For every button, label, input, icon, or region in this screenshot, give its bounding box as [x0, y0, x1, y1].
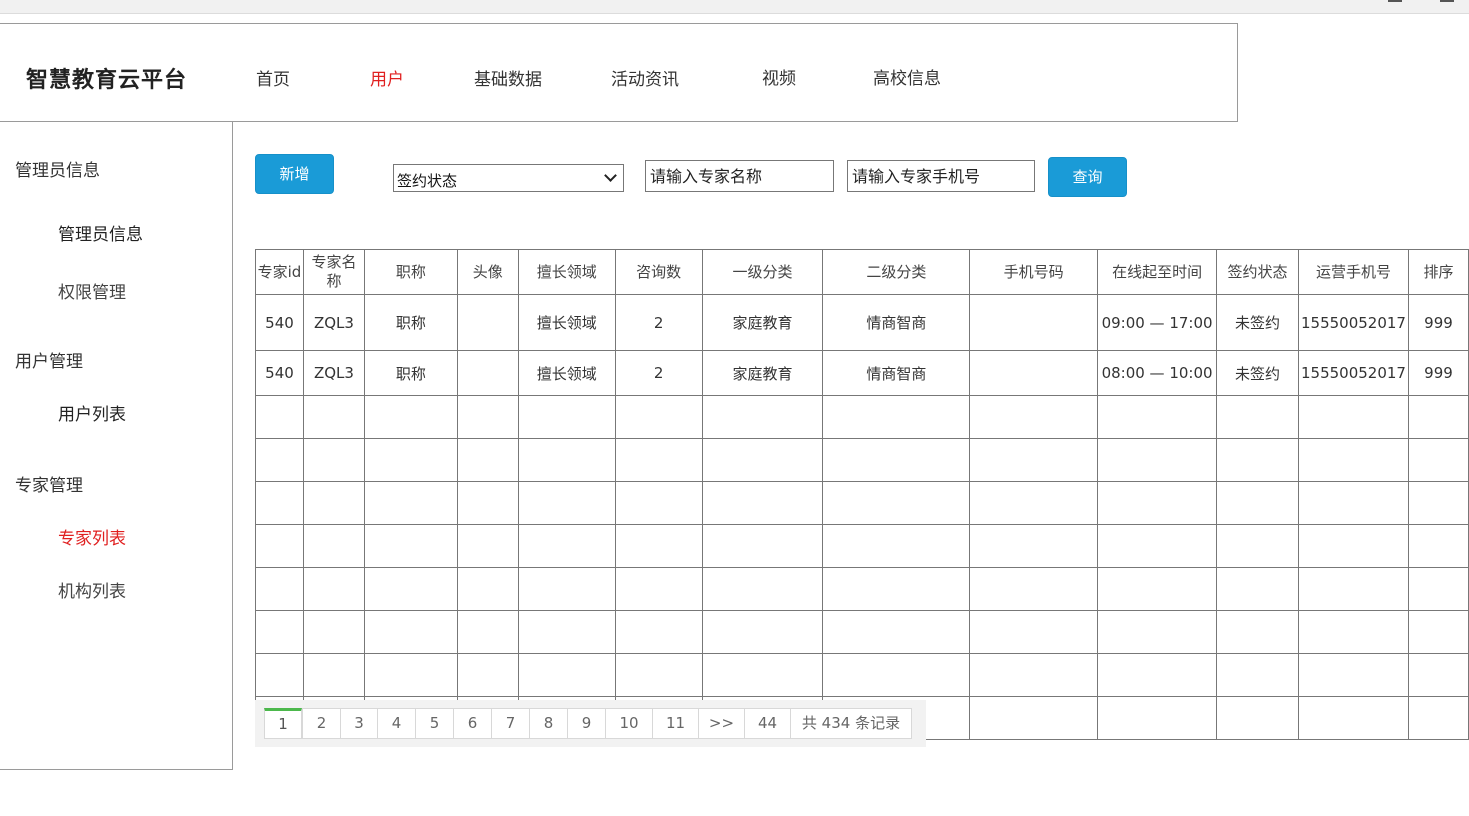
cell-category-1: 家庭教育 [701, 294, 824, 351]
sign-status-select-value: 签约状态 [397, 172, 458, 190]
page-button-5[interactable]: 5 [415, 708, 454, 739]
sidebar-item-permissions[interactable]: 权限管理 [58, 278, 126, 303]
table-row[interactable]: 540 ZQL3 职称 擅长领域 2 家庭教育 情商智商 09:00 — 17:… [255, 294, 1469, 351]
cell-sort: 999 [1407, 294, 1469, 351]
next-pages-button[interactable]: >> [698, 708, 745, 739]
table-row-empty [255, 610, 1469, 654]
table-header-row: 专家id 专家名称 职称 头像 擅长领域 咨询数 一级分类 二级分类 手机号码 … [255, 249, 1469, 295]
expert-phone-input[interactable] [847, 160, 1035, 192]
sidebar-group-admin: 管理员信息 [15, 161, 100, 181]
cell-sort: 999 [1407, 350, 1469, 396]
sidebar: 管理员信息 管理员信息 权限管理 用户管理 用户列表 专家管理 专家列表 机构列… [0, 122, 233, 770]
table-row-empty [255, 653, 1469, 697]
browser-top-strip [0, 0, 1469, 14]
nav-users[interactable]: 用户 [370, 65, 404, 90]
sidebar-item-user-list[interactable]: 用户列表 [58, 400, 126, 425]
table-row-empty [255, 395, 1469, 439]
total-records: 共 434 条记录 [790, 708, 912, 739]
col-header-expertise[interactable]: 擅长领域 [517, 249, 616, 295]
page-button-6[interactable]: 6 [453, 708, 492, 739]
cell-category-1: 家庭教育 [701, 350, 824, 396]
page-button-10[interactable]: 10 [605, 708, 653, 739]
cell-expertise: 擅长领域 [517, 350, 616, 396]
table-row-empty [255, 481, 1469, 525]
cell-online-time: 09:00 — 17:00 [1097, 294, 1218, 351]
app-logo-title: 智慧教育云平台 [26, 68, 188, 93]
minimize-icon[interactable] [1388, 0, 1402, 2]
table-row-empty [255, 524, 1469, 568]
expert-table: 专家id 专家名称 职称 头像 擅长领域 咨询数 一级分类 二级分类 手机号码 … [255, 249, 1469, 740]
nav-college-info[interactable]: 高校信息 [873, 64, 941, 89]
add-button[interactable]: 新增 [255, 154, 334, 194]
col-header-phone[interactable]: 手机号码 [969, 249, 1099, 295]
col-header-online-time[interactable]: 在线起至时间 [1097, 249, 1218, 295]
cell-category-2: 情商智商 [822, 350, 971, 396]
maximize-icon[interactable] [1440, 0, 1454, 2]
page-button-9[interactable]: 9 [567, 708, 606, 739]
cell-expert-name: ZQL3 [302, 294, 365, 351]
cell-phone [969, 350, 1099, 396]
cell-title: 职称 [363, 350, 458, 396]
sidebar-item-org-list[interactable]: 机构列表 [58, 577, 126, 602]
nav-basic-data[interactable]: 基础数据 [474, 65, 542, 90]
cell-ops-phone: 15550052017 [1298, 350, 1409, 396]
cell-expert-id: 540 [255, 294, 304, 351]
cell-expert-name: ZQL3 [302, 350, 365, 396]
page-button-8[interactable]: 8 [529, 708, 568, 739]
col-header-avatar[interactable]: 头像 [456, 249, 519, 295]
page-button-4[interactable]: 4 [377, 708, 416, 739]
page-button-3[interactable]: 3 [340, 708, 378, 739]
page-button-7[interactable]: 7 [491, 708, 530, 739]
cell-expert-id: 540 [255, 350, 304, 396]
cell-title: 职称 [363, 294, 458, 351]
cell-online-time: 08:00 — 10:00 [1097, 350, 1218, 396]
table-row[interactable]: 540 ZQL3 职称 擅长领域 2 家庭教育 情商智商 08:00 — 10:… [255, 350, 1469, 396]
cell-category-2: 情商智商 [822, 294, 971, 351]
cell-avatar [456, 350, 519, 396]
pagination: 1 2 3 4 5 6 7 8 9 10 11 >> 44 共 434 条记录 [255, 700, 926, 747]
nav-activity-news[interactable]: 活动资讯 [611, 65, 679, 90]
query-button[interactable]: 查询 [1048, 157, 1127, 197]
page-button-11[interactable]: 11 [652, 708, 699, 739]
col-header-title[interactable]: 职称 [363, 249, 458, 295]
cell-expertise: 擅长领域 [517, 294, 616, 351]
sidebar-group-users: 用户管理 [15, 352, 83, 372]
expert-name-input[interactable] [645, 160, 834, 192]
col-header-ops-phone[interactable]: 运营手机号 [1298, 249, 1409, 295]
sidebar-item-expert-list[interactable]: 专家列表 [58, 524, 126, 549]
table-row-empty [255, 567, 1469, 611]
cell-sign-status: 未签约 [1216, 294, 1299, 351]
page-button-1[interactable]: 1 [264, 708, 302, 739]
chevron-down-icon [604, 169, 617, 182]
cell-ops-phone: 15550052017 [1298, 294, 1409, 351]
top-header: 智慧教育云平台 首页 用户 基础数据 活动资讯 视频 高校信息 [0, 23, 1238, 122]
col-header-sign-status[interactable]: 签约状态 [1216, 249, 1299, 295]
cell-consult-count: 2 [614, 350, 703, 396]
cell-avatar [456, 294, 519, 351]
col-header-expert-name[interactable]: 专家名称 [302, 249, 365, 295]
table-row-empty [255, 438, 1469, 482]
last-page-button[interactable]: 44 [744, 708, 791, 739]
cell-phone [969, 294, 1099, 351]
sidebar-group-experts: 专家管理 [15, 476, 83, 496]
nav-video[interactable]: 视频 [762, 64, 796, 89]
sign-status-select[interactable]: 签约状态 [393, 164, 624, 192]
col-header-category-2[interactable]: 二级分类 [822, 249, 971, 295]
sidebar-item-admin-info[interactable]: 管理员信息 [58, 220, 143, 245]
cell-consult-count: 2 [614, 294, 703, 351]
nav-home[interactable]: 首页 [256, 65, 290, 90]
col-header-consult-count[interactable]: 咨询数 [614, 249, 703, 295]
col-header-expert-id[interactable]: 专家id [255, 249, 304, 295]
page-button-2[interactable]: 2 [302, 708, 341, 739]
cell-sign-status: 未签约 [1216, 350, 1299, 396]
col-header-sort[interactable]: 排序 [1407, 249, 1469, 295]
col-header-category-1[interactable]: 一级分类 [701, 249, 824, 295]
